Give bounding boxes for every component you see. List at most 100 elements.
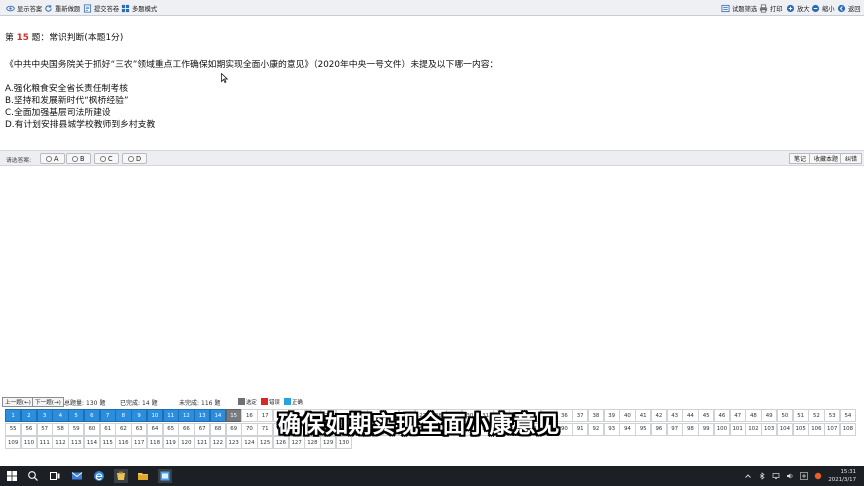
question-cell-93[interactable]: 93	[603, 422, 620, 436]
question-cell-123[interactable]: 123	[225, 436, 242, 449]
question-cell-95[interactable]: 95	[635, 422, 652, 436]
question-cell-10[interactable]: 10	[146, 409, 163, 422]
ime-icon[interactable]	[800, 472, 808, 480]
question-cell-97[interactable]: 97	[666, 422, 683, 436]
choice-d[interactable]: D	[122, 153, 148, 164]
question-cell-14[interactable]: 14	[209, 409, 226, 422]
question-cell-45[interactable]: 45	[698, 409, 715, 422]
question-cell-67[interactable]: 67	[194, 422, 211, 436]
question-cell-38[interactable]: 38	[587, 409, 604, 422]
bluetooth-icon[interactable]	[758, 472, 766, 480]
choice-c[interactable]: C	[94, 153, 119, 164]
question-cell-17[interactable]: 17	[257, 409, 274, 422]
notes-button[interactable]: 笔记	[789, 153, 812, 164]
question-cell-5[interactable]: 5	[68, 409, 85, 422]
question-cell-62[interactable]: 62	[115, 422, 132, 436]
question-cell-106[interactable]: 106	[808, 422, 825, 436]
question-cell-112[interactable]: 112	[52, 436, 69, 449]
report-error-button[interactable]: 纠错	[840, 153, 863, 164]
question-cell-117[interactable]: 117	[131, 436, 148, 449]
question-cell-119[interactable]: 119	[162, 436, 179, 449]
question-cell-15[interactable]: 15	[225, 409, 242, 422]
question-cell-55[interactable]: 55	[5, 422, 22, 436]
edge-browser-icon[interactable]	[92, 469, 106, 483]
question-cell-61[interactable]: 61	[99, 422, 116, 436]
question-cell-11[interactable]: 11	[162, 409, 179, 422]
windows-start-icon[interactable]	[5, 469, 19, 483]
question-cell-43[interactable]: 43	[666, 409, 683, 422]
network-icon[interactable]	[772, 472, 780, 480]
redo-button[interactable]: 重新做题	[41, 1, 83, 15]
question-cell-68[interactable]: 68	[209, 422, 226, 436]
next-question-button[interactable]: 下一题(→)	[32, 397, 64, 407]
question-cell-116[interactable]: 116	[115, 436, 132, 449]
question-cell-65[interactable]: 65	[162, 422, 179, 436]
question-cell-63[interactable]: 63	[131, 422, 148, 436]
question-cell-53[interactable]: 53	[824, 409, 841, 422]
question-cell-64[interactable]: 64	[146, 422, 163, 436]
question-cell-121[interactable]: 121	[194, 436, 211, 449]
choice-a[interactable]: A	[40, 153, 65, 164]
question-cell-9[interactable]: 9	[131, 409, 148, 422]
question-cell-99[interactable]: 99	[698, 422, 715, 436]
exam-app-icon[interactable]	[114, 469, 128, 483]
question-cell-118[interactable]: 118	[146, 436, 163, 449]
question-cell-111[interactable]: 111	[36, 436, 53, 449]
question-cell-101[interactable]: 101	[729, 422, 746, 436]
question-cell-3[interactable]: 3	[36, 409, 53, 422]
file-explorer-icon[interactable]	[136, 469, 150, 483]
question-cell-102[interactable]: 102	[745, 422, 762, 436]
question-cell-120[interactable]: 120	[178, 436, 195, 449]
question-cell-39[interactable]: 39	[603, 409, 620, 422]
question-cell-40[interactable]: 40	[619, 409, 636, 422]
question-cell-122[interactable]: 122	[209, 436, 226, 449]
question-cell-91[interactable]: 91	[572, 422, 589, 436]
question-cell-71[interactable]: 71	[257, 422, 274, 436]
question-cell-2[interactable]: 2	[20, 409, 37, 422]
question-cell-115[interactable]: 115	[99, 436, 116, 449]
question-cell-113[interactable]: 113	[68, 436, 85, 449]
question-cell-47[interactable]: 47	[729, 409, 746, 422]
question-cell-100[interactable]: 100	[713, 422, 730, 436]
question-cell-13[interactable]: 13	[194, 409, 211, 422]
antivirus-icon[interactable]	[814, 472, 822, 480]
question-cell-52[interactable]: 52	[808, 409, 825, 422]
mail-icon[interactable]	[70, 469, 84, 483]
show-answer-button[interactable]: 显示答案	[3, 1, 45, 15]
prev-question-button[interactable]: 上一题(←)	[2, 397, 34, 407]
clock[interactable]: 15:31 2021/3/17	[828, 468, 856, 484]
question-cell-48[interactable]: 48	[745, 409, 762, 422]
question-cell-125[interactable]: 125	[257, 436, 274, 449]
question-cell-103[interactable]: 103	[761, 422, 778, 436]
question-cell-107[interactable]: 107	[824, 422, 841, 436]
question-cell-51[interactable]: 51	[792, 409, 809, 422]
question-cell-60[interactable]: 60	[83, 422, 100, 436]
question-cell-124[interactable]: 124	[241, 436, 258, 449]
question-cell-114[interactable]: 114	[83, 436, 100, 449]
question-cell-108[interactable]: 108	[839, 422, 856, 436]
question-cell-57[interactable]: 57	[36, 422, 53, 436]
favorite-button[interactable]: 收藏本题	[809, 153, 844, 164]
question-cell-56[interactable]: 56	[20, 422, 37, 436]
task-view-icon[interactable]	[48, 469, 62, 483]
question-cell-105[interactable]: 105	[792, 422, 809, 436]
question-cell-69[interactable]: 69	[225, 422, 242, 436]
question-cell-46[interactable]: 46	[713, 409, 730, 422]
window-app-icon[interactable]	[158, 469, 172, 483]
question-cell-12[interactable]: 12	[178, 409, 195, 422]
question-cell-7[interactable]: 7	[99, 409, 116, 422]
question-cell-110[interactable]: 110	[20, 436, 37, 449]
question-cell-58[interactable]: 58	[52, 422, 69, 436]
question-cell-94[interactable]: 94	[619, 422, 636, 436]
question-cell-6[interactable]: 6	[83, 409, 100, 422]
question-cell-54[interactable]: 54	[839, 409, 856, 422]
question-cell-96[interactable]: 96	[650, 422, 667, 436]
question-cell-50[interactable]: 50	[776, 409, 793, 422]
chevron-up-icon[interactable]	[744, 472, 752, 480]
question-cell-104[interactable]: 104	[776, 422, 793, 436]
question-cell-98[interactable]: 98	[682, 422, 699, 436]
multi-mode-button[interactable]: 多题模式	[118, 1, 160, 15]
question-cell-41[interactable]: 41	[635, 409, 652, 422]
question-cell-1[interactable]: 1	[5, 409, 22, 422]
back-button[interactable]: 返回	[834, 1, 864, 15]
